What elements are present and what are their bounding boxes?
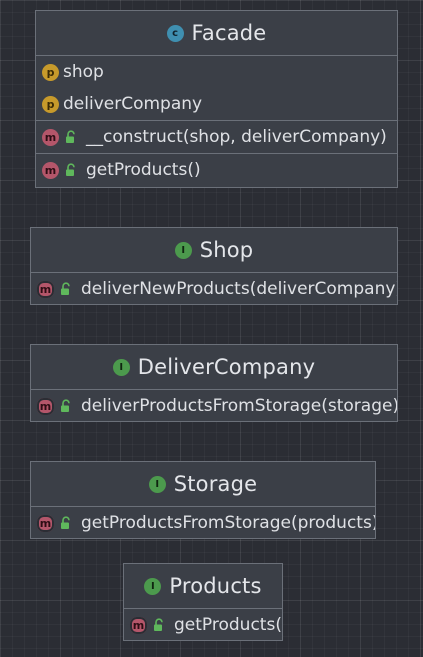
method-row[interactable]: m getProducts() [124,609,283,640]
abstract-method-icon: m [37,514,54,532]
class-icon: c [166,24,184,42]
interface-icon: I [144,577,162,595]
node-header: I Storage [31,462,375,507]
delivercompany-interface-node[interactable]: I DeliverCompany m deliverProductsFromSt… [30,344,398,422]
public-unlock-icon [66,163,75,176]
interface-icon: I [148,475,166,493]
node-header: I Shop [31,228,397,273]
public-unlock-icon [61,516,70,529]
products-interface-node[interactable]: I Products m getProducts() [123,563,283,641]
field-name: deliverCompany [63,94,203,114]
node-header: I Products [124,564,282,609]
method-signature: deliverNewProducts(deliverCompany) [81,279,398,299]
method-row[interactable]: m __construct(shop, deliverCompany) [36,120,397,153]
facade-class-node[interactable]: c Facade p shop p deliverCompany m __con… [35,10,398,188]
public-unlock-icon [61,399,70,412]
node-title: Shop [199,238,254,262]
method-signature: __construct(shop, deliverCompany) [86,127,387,147]
field-row[interactable]: p deliverCompany [36,88,397,120]
method-row[interactable]: m deliverNewProducts(deliverCompany) [31,273,398,304]
method-row[interactable]: m deliverProductsFromStorage(storage) [31,390,398,421]
method-signature: getProducts() [174,615,283,635]
method-icon: m [42,161,59,179]
abstract-method-icon: m [37,280,54,298]
interface-icon: I [112,358,130,376]
property-icon: p [42,95,59,113]
field-name: shop [63,62,104,82]
public-unlock-icon [154,618,163,631]
node-header: c Facade [36,11,397,56]
method-signature: getProductsFromStorage(products) [81,513,376,533]
shop-interface-node[interactable]: I Shop m deliverNewProducts(deliverCompa… [30,227,398,305]
public-unlock-icon [61,282,70,295]
property-icon: p [42,63,59,81]
public-unlock-icon [66,130,75,143]
node-title: Products [169,574,262,598]
method-icon: m [42,128,59,146]
node-header: I DeliverCompany [31,345,397,390]
node-title: DeliverCompany [137,355,316,379]
method-row[interactable]: m getProducts() [36,153,397,186]
node-title: Storage [173,472,258,496]
storage-interface-node[interactable]: I Storage m getProductsFromStorage(produ… [30,461,376,539]
method-signature: deliverProductsFromStorage(storage) [81,396,398,416]
interface-icon: I [174,241,192,259]
method-row[interactable]: m getProductsFromStorage(products) [31,507,376,538]
abstract-method-icon: m [37,397,54,415]
method-signature: getProducts() [86,160,201,180]
field-row[interactable]: p shop [36,56,397,88]
abstract-method-icon: m [130,616,147,634]
node-title: Facade [191,21,267,45]
